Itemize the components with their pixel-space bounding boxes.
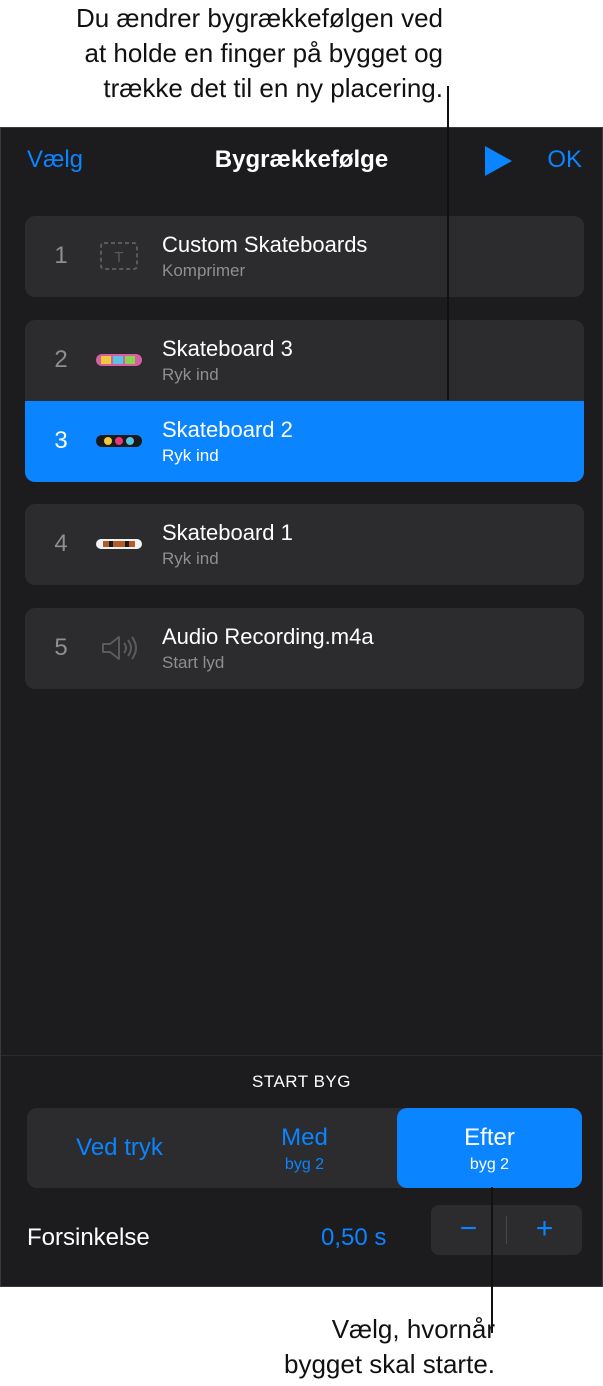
start-build-label: START BYG (252, 1072, 351, 1091)
play-icon[interactable] (485, 146, 512, 176)
svg-text:T: T (114, 249, 123, 266)
build-item[interactable]: 1 T Custom Skateboards Komprimer (25, 216, 584, 297)
segment-label: Med (281, 1124, 328, 1151)
build-item[interactable]: 2 Skateboard 3 Ryk ind (25, 320, 584, 401)
build-name: Skateboard 2 (162, 417, 293, 442)
build-effect: Ryk ind (162, 446, 219, 465)
delay-stepper: − + (431, 1205, 582, 1255)
start-build-section: START BYG Ved tryk Med byg 2 Efter byg 2… (1, 1055, 602, 1286)
callout-line: trække det til en ny placering. (103, 73, 443, 103)
build-name: Custom Skateboards (162, 232, 368, 257)
speaker-icon (102, 636, 137, 660)
segment-sublabel: byg 2 (284, 1156, 325, 1173)
build-number: 3 (54, 427, 68, 454)
callout-line: Vælg, hvornår (331, 1314, 495, 1344)
text-box-icon: T (100, 242, 138, 270)
build-name: Skateboard 3 (162, 336, 293, 361)
build-effect: Start lyd (162, 653, 225, 672)
build-name: Skateboard 1 (162, 520, 293, 545)
build-name: Audio Recording.m4a (162, 624, 374, 649)
ok-button[interactable]: OK (547, 146, 582, 174)
segment-on-tap[interactable]: Ved tryk (27, 1108, 212, 1188)
callout-line: at holde en finger på bygget og (84, 38, 443, 68)
callout-line: bygget skal starte. (284, 1349, 495, 1379)
callout-reorder: Du ændrer bygrækkefølgen ved at holde en… (3, 0, 443, 106)
callout-line: Du ændrer bygrækkefølgen ved (75, 3, 443, 33)
build-item[interactable]: 4 Skateboard 1 Ryk ind (25, 504, 584, 585)
increment-button[interactable]: + (507, 1205, 582, 1255)
build-order-panel: Vælg Bygrækkefølge OK 1 T Custom Skatebo… (0, 127, 603, 1287)
segment-label: Ved tryk (76, 1134, 163, 1161)
delay-value[interactable]: 0,50 s (321, 1224, 386, 1252)
callout-leader-top (447, 86, 449, 400)
build-item-selected[interactable]: 3 Skateboard 2 Ryk ind (25, 401, 584, 482)
build-number: 1 (54, 242, 68, 269)
skateboard-thumbnail (96, 539, 142, 549)
decrement-button[interactable]: − (431, 1205, 506, 1255)
skateboard-thumbnail (96, 354, 142, 366)
delay-label: Forsinkelse (27, 1224, 150, 1251)
segment-label: Efter (464, 1124, 515, 1151)
build-number: 2 (54, 346, 68, 373)
start-build-segmented-control: Ved tryk Med byg 2 Efter byg 2 (27, 1108, 582, 1188)
segment-with[interactable]: Med byg 2 (212, 1108, 397, 1188)
segment-after[interactable]: Efter byg 2 (397, 1108, 582, 1188)
build-number: 5 (54, 634, 68, 661)
build-item[interactable]: 5 Audio Recording.m4a Start lyd (25, 608, 584, 689)
navigation-bar: Vælg Bygrækkefølge OK (1, 128, 602, 194)
segment-sublabel: byg 2 (469, 1156, 510, 1173)
build-number: 4 (54, 530, 68, 557)
skateboard-thumbnail (96, 435, 142, 447)
build-effect: Ryk ind (162, 365, 219, 384)
build-effect: Komprimer (162, 261, 246, 280)
build-effect: Ryk ind (162, 549, 219, 568)
callout-start-build: Vælg, hvornår bygget skal starte. (195, 1312, 495, 1382)
